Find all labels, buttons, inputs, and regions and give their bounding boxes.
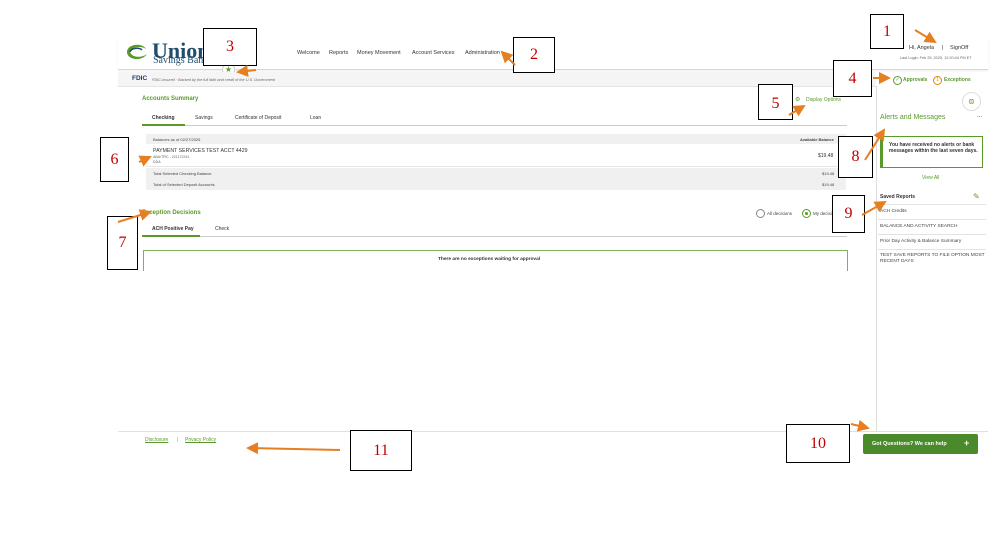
callout-arrow xyxy=(500,50,516,66)
callout-arrow xyxy=(850,419,870,432)
callout-arrow xyxy=(864,128,886,161)
callout-arrow xyxy=(914,29,937,44)
callout-arrow xyxy=(236,64,257,77)
callout-arrow xyxy=(788,104,806,117)
callout-arrow xyxy=(117,209,152,223)
callout-arrow xyxy=(246,442,341,455)
callout-arrow xyxy=(861,201,887,216)
callout-arrow xyxy=(138,155,152,167)
annotation-arrows xyxy=(117,29,937,455)
